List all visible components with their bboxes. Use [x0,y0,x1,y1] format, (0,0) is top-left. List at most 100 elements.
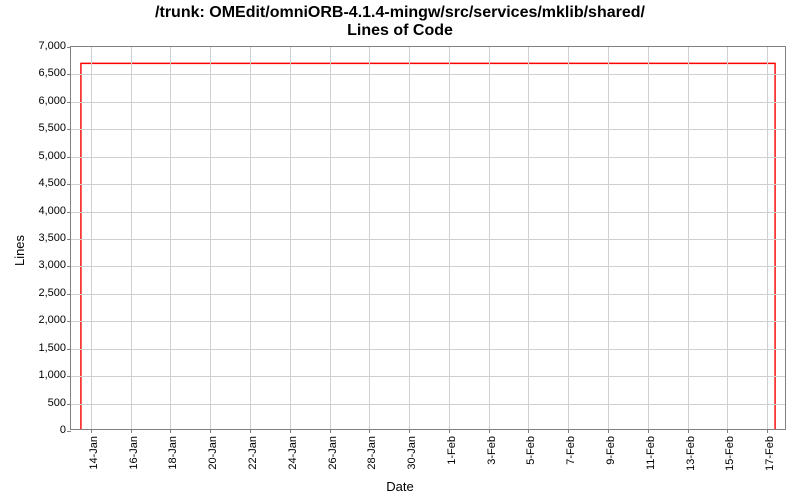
gridline-v [330,47,331,429]
x-tick-label: 3-Feb [486,436,498,465]
x-tick [210,429,211,433]
x-tick-label: 11-Feb [645,436,657,470]
gridline-h [71,349,785,350]
gridline-v [528,47,529,429]
x-tick-label: 14-Jan [88,436,100,470]
series-line [81,63,775,429]
gridline-h [71,266,785,267]
gridline-v [409,47,410,429]
x-tick [688,429,689,433]
gridline-h [71,102,785,103]
gridline-v [250,47,251,429]
y-tick [67,349,71,350]
x-tick [489,429,490,433]
y-tick [67,184,71,185]
x-tick [91,429,92,433]
gridline-h [71,404,785,405]
y-tick [67,404,71,405]
x-tick-label: 20-Jan [207,436,219,470]
x-tick-label: 9-Feb [605,436,617,465]
gridline-h [71,294,785,295]
y-tick [67,266,71,267]
x-tick-label: 16-Jan [128,436,140,470]
y-tick-label: 5,000 [6,150,66,162]
y-tick-label: 0 [6,424,66,436]
y-tick [67,431,71,432]
y-tick-label: 6,000 [6,95,66,107]
x-tick-label: 15-Feb [724,436,736,471]
gridline-v [767,47,768,429]
chart-title: /trunk: OMEdit/omniORB-4.1.4-mingw/src/s… [0,4,800,41]
x-tick-label: 28-Jan [366,436,378,470]
y-tick-label: 6,500 [6,67,66,79]
gridline-v [449,47,450,429]
x-tick-label: 30-Jan [406,436,418,470]
y-tick [67,47,71,48]
data-series-line [71,47,785,429]
y-tick-label: 5,500 [6,122,66,134]
x-tick [290,429,291,433]
y-tick [67,294,71,295]
x-tick-label: 13-Feb [685,436,697,471]
y-tick-label: 3,000 [6,259,66,271]
y-tick [67,157,71,158]
gridline-v [648,47,649,429]
x-tick-label: 5-Feb [525,436,537,465]
gridline-v [131,47,132,429]
gridline-v [170,47,171,429]
gridline-v [727,47,728,429]
gridline-v [489,47,490,429]
plot-area [70,46,786,430]
y-tick [67,212,71,213]
x-tick-label: 1-Feb [446,436,458,465]
gridline-v [290,47,291,429]
x-tick [608,429,609,433]
x-axis-title: Date [0,479,800,494]
y-tick [67,321,71,322]
loc-chart: /trunk: OMEdit/omniORB-4.1.4-mingw/src/s… [0,0,800,500]
gridline-v [369,47,370,429]
gridline-v [568,47,569,429]
y-tick-label: 4,000 [6,205,66,217]
x-tick [528,429,529,433]
gridline-v [91,47,92,429]
x-tick [369,429,370,433]
y-tick [67,376,71,377]
gridline-h [71,74,785,75]
y-tick-label: 500 [6,397,66,409]
gridline-h [71,157,785,158]
x-tick-label: 18-Jan [167,436,179,470]
x-tick [767,429,768,433]
gridline-h [71,239,785,240]
gridline-v [608,47,609,429]
chart-title-line2: Lines of Code [347,22,453,39]
gridline-h [71,129,785,130]
y-tick-label: 3,500 [6,232,66,244]
x-tick [449,429,450,433]
gridline-v [210,47,211,429]
gridline-h [71,321,785,322]
x-tick [131,429,132,433]
x-tick [409,429,410,433]
x-tick-label: 24-Jan [287,436,299,470]
chart-title-line1: /trunk: OMEdit/omniORB-4.1.4-mingw/src/s… [155,4,645,21]
y-tick [67,74,71,75]
y-tick-label: 2,000 [6,314,66,326]
y-tick-label: 4,500 [6,177,66,189]
y-tick [67,239,71,240]
x-tick-label: 26-Jan [327,436,339,470]
gridline-v [688,47,689,429]
y-tick-label: 1,000 [6,369,66,381]
gridline-h [71,184,785,185]
x-tick [727,429,728,433]
x-tick-label: 7-Feb [565,436,577,465]
gridline-h [71,212,785,213]
y-tick-label: 7,000 [6,40,66,52]
x-tick [250,429,251,433]
y-tick-label: 1,500 [6,342,66,354]
x-tick [330,429,331,433]
x-tick-label: 22-Jan [247,436,259,470]
x-tick [648,429,649,433]
y-tick [67,102,71,103]
y-tick-label: 2,500 [6,287,66,299]
